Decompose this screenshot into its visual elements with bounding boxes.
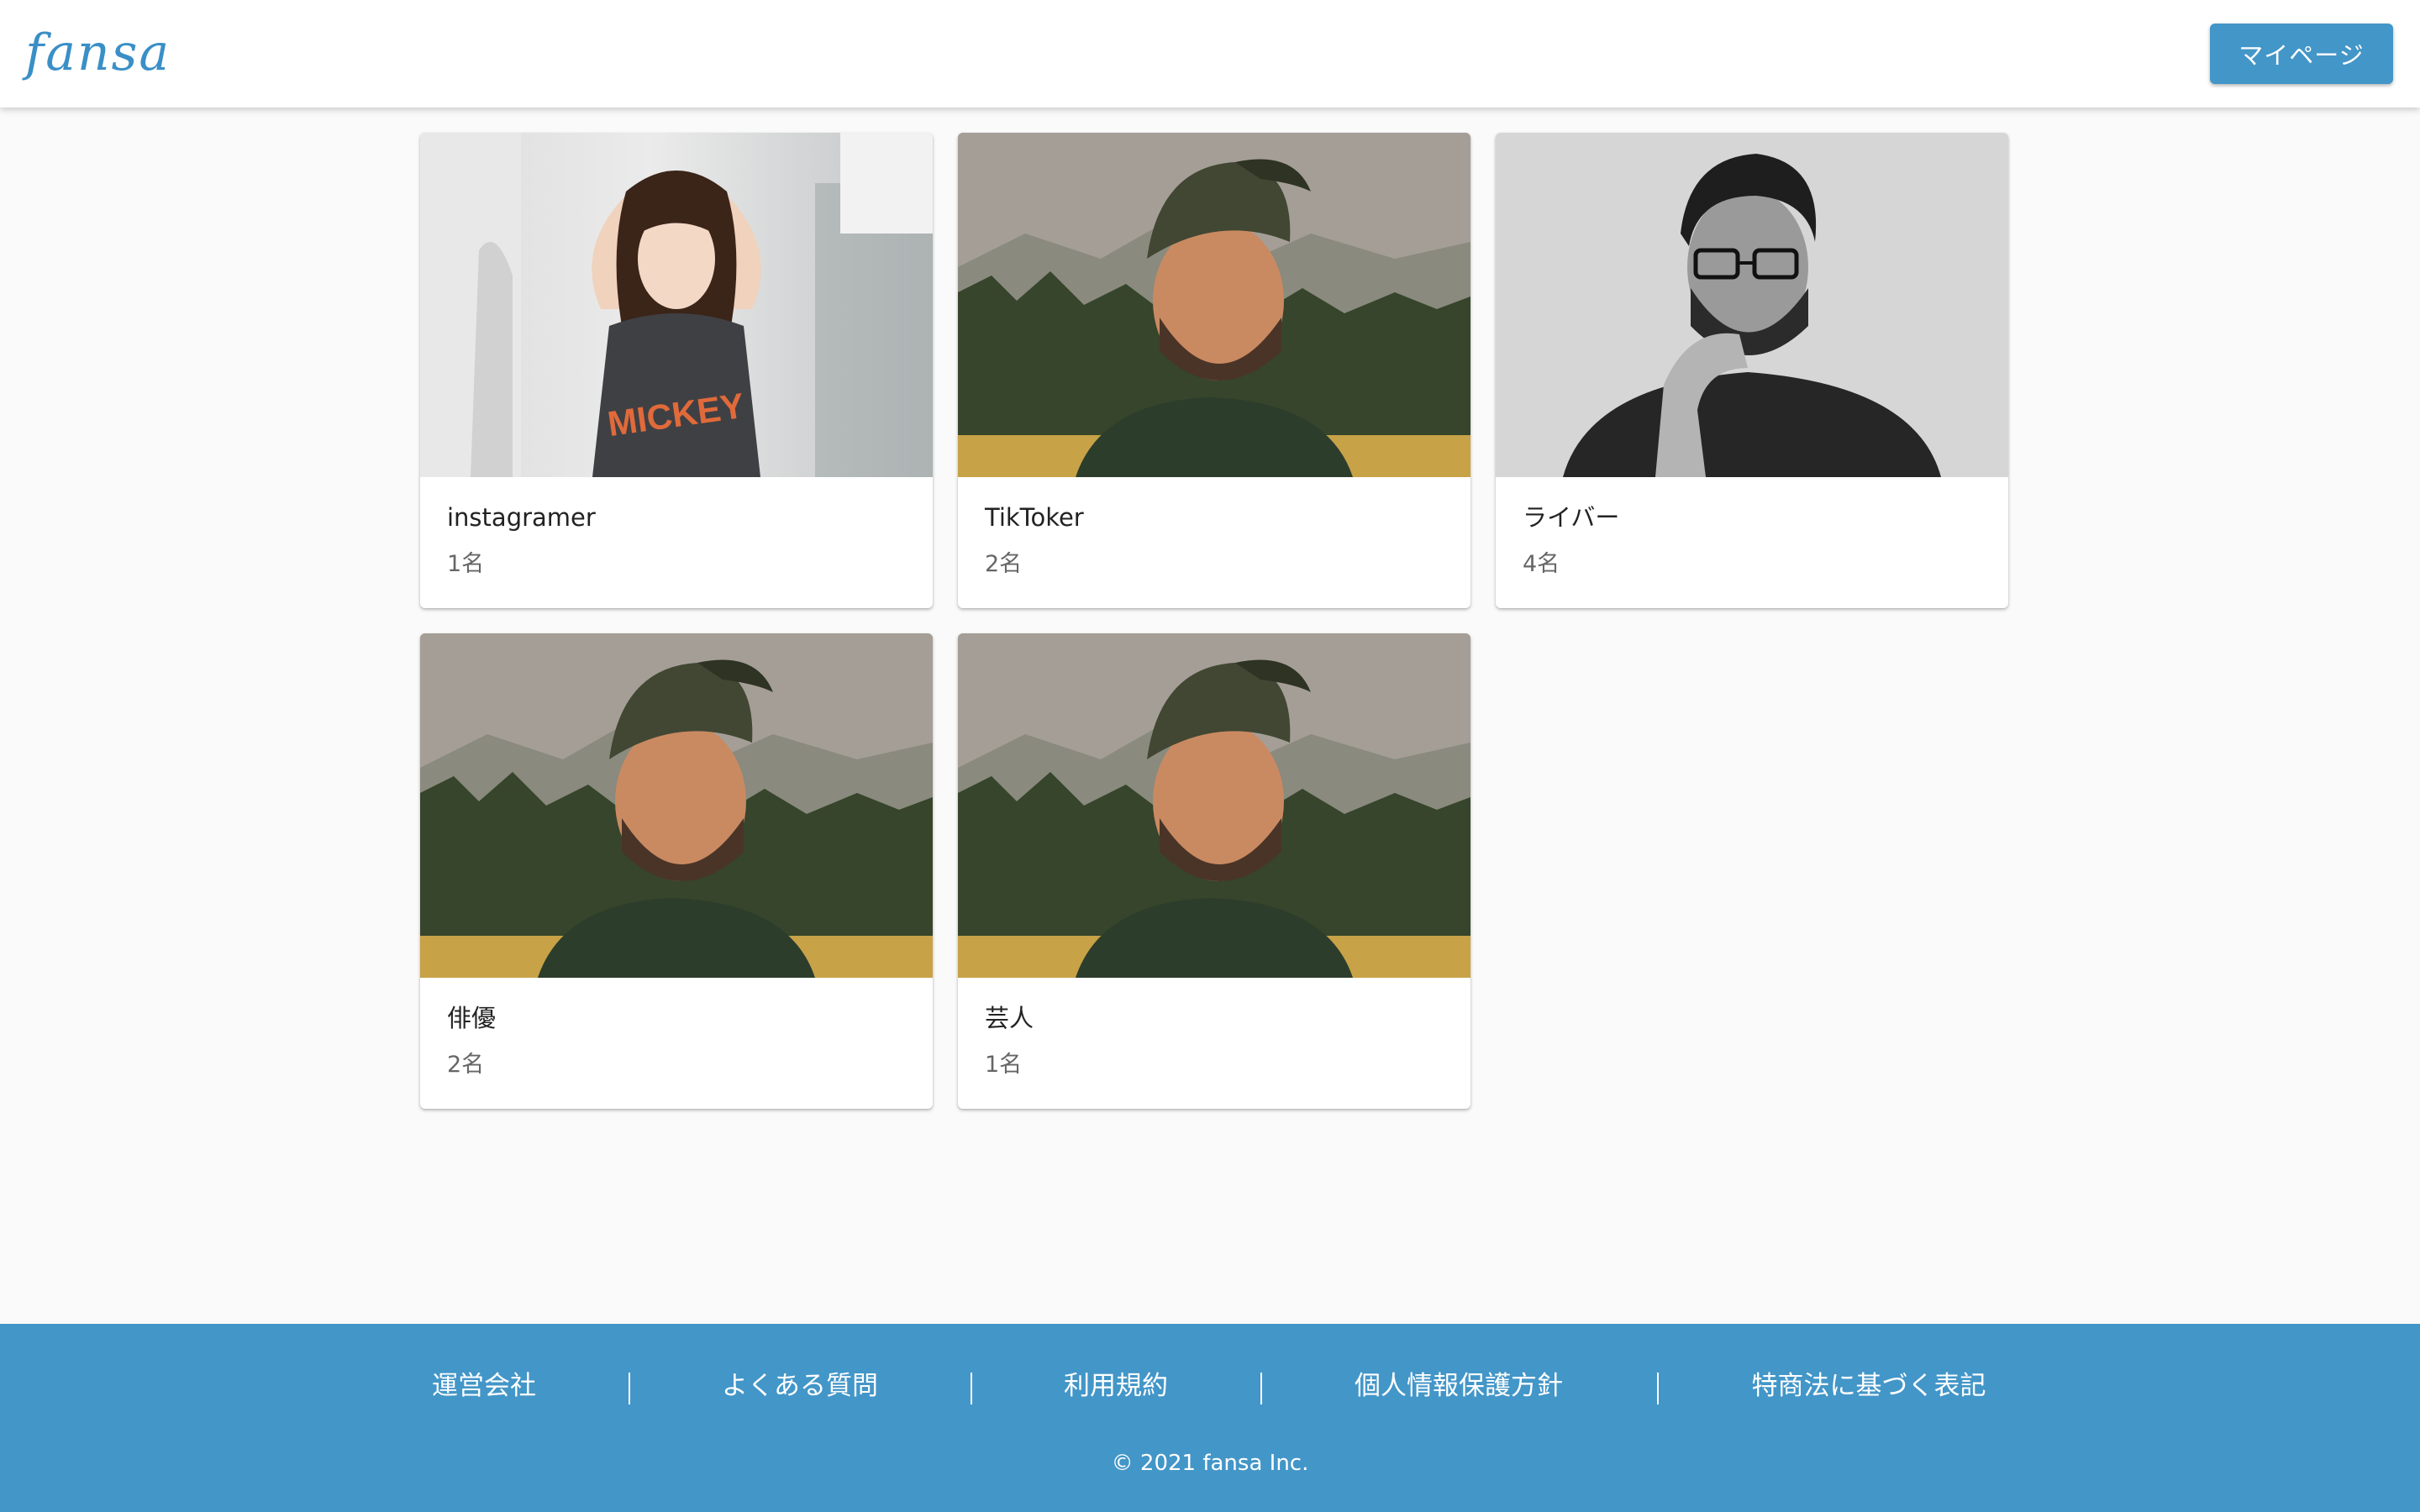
card-photo: [1496, 133, 2008, 477]
footer-link-terms[interactable]: 利用規約: [1064, 1361, 1168, 1411]
card-title: 芸人: [985, 1004, 1034, 1032]
card-photo: [420, 633, 933, 978]
footer-separator: [1657, 1373, 1659, 1404]
card-member-count: 2名: [985, 551, 1023, 577]
card-member-count: 4名: [1523, 551, 1560, 577]
woman-portrait-photo: MICKEY: [420, 133, 933, 477]
mypage-button[interactable]: マイページ: [2210, 24, 2393, 84]
card-member-count: 1名: [447, 551, 485, 577]
copyright-text: © 2021 fansa Inc.: [1111, 1451, 1309, 1476]
fansa-logo[interactable]: fansa: [25, 15, 171, 91]
man-glasses-bw-photo: [1496, 133, 2008, 477]
footer-link-faq[interactable]: よくある質問: [722, 1361, 878, 1411]
card-photo: [958, 633, 1470, 978]
man-cap-mountain-photo: [958, 633, 1470, 978]
man-cap-mountain-photo: [420, 633, 933, 978]
footer-links: 運営会社 よくある質問 利用規約 個人情報保護方針 特商法に基づく表記: [0, 1361, 2420, 1411]
category-card-tiktoker[interactable]: TikToker 2名: [958, 133, 1470, 608]
footer-separator: [1260, 1373, 1262, 1404]
app-header: fansa マイページ: [0, 0, 2420, 108]
footer-separator: [629, 1373, 630, 1404]
footer-link-privacy[interactable]: 個人情報保護方針: [1355, 1361, 1563, 1411]
card-photo: [958, 133, 1470, 477]
card-title: 俳優: [447, 1004, 497, 1032]
card-member-count: 1名: [985, 1052, 1023, 1078]
man-cap-mountain-photo: [958, 133, 1470, 477]
category-card-instagramer[interactable]: MICKEY instagramer 1名: [420, 133, 933, 608]
site-footer: 運営会社 よくある質問 利用規約 個人情報保護方針 特商法に基づく表記 © 20…: [0, 1324, 2420, 1512]
footer-link-company[interactable]: 運営会社: [432, 1361, 536, 1411]
card-title: instagramer: [447, 503, 596, 532]
footer-link-tokushoho[interactable]: 特商法に基づく表記: [1752, 1361, 1986, 1411]
card-member-count: 2名: [447, 1052, 485, 1078]
card-title: ライバー: [1523, 503, 1620, 532]
card-title: TikToker: [985, 503, 1084, 532]
category-card-actor[interactable]: 俳優 2名: [420, 633, 933, 1109]
category-card-liver[interactable]: ライバー 4名: [1496, 133, 2008, 608]
footer-separator: [971, 1373, 972, 1404]
category-card-comedian[interactable]: 芸人 1名: [958, 633, 1470, 1109]
category-grid: MICKEY instagramer 1名 TikToker 2名 ライバー 4…: [420, 133, 2010, 1109]
card-photo: MICKEY: [420, 133, 933, 477]
